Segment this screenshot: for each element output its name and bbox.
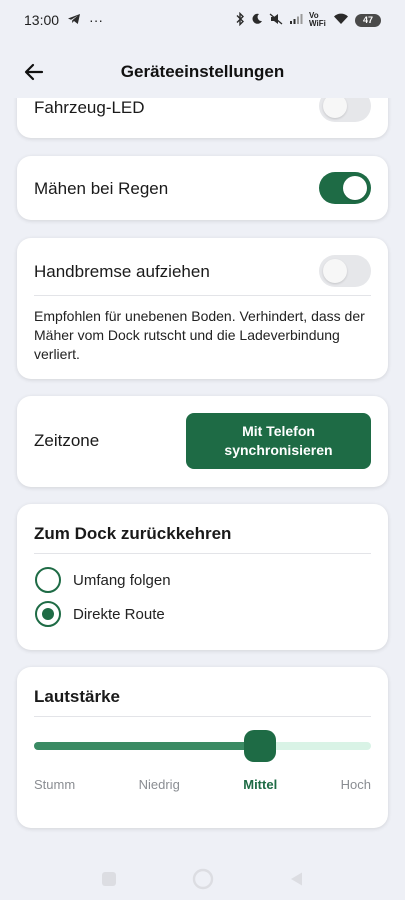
status-time: 13:00 — [24, 12, 60, 28]
volume-level-low[interactable]: Niedrig — [139, 777, 180, 792]
vehicle-led-card: Fahrzeug-LED — [17, 98, 388, 138]
sync-with-phone-button[interactable]: Mit Telefon synchronisieren — [186, 413, 371, 469]
radio-label: Direkte Route — [73, 605, 165, 623]
volume-slider-thumb[interactable] — [243, 730, 276, 762]
return-to-dock-title: Zum Dock zurückkehren — [34, 524, 232, 543]
handbrake-description: Empfohlen für unebenen Boden. Verhindert… — [34, 308, 365, 362]
volume-level-high[interactable]: Hoch — [341, 777, 371, 792]
status-left: 13:00 ··· — [24, 12, 103, 28]
mow-in-rain-toggle[interactable] — [319, 172, 371, 204]
signal-icon — [289, 13, 303, 28]
radio-button[interactable] — [35, 601, 61, 627]
app-bar: Geräteeinstellungen — [0, 48, 405, 96]
vehicle-led-toggle[interactable] — [319, 98, 371, 122]
radio-option-follow-perimeter[interactable]: Umfang folgen — [35, 567, 171, 593]
battery-icon: 47 — [355, 13, 381, 27]
radio-button[interactable] — [35, 567, 61, 593]
volume-card: Lautstärke Stumm Niedrig Mittel Hoch — [17, 667, 388, 828]
recent-apps-icon[interactable] — [97, 867, 121, 891]
handbrake-label: Handbremse aufziehen — [34, 262, 210, 281]
system-nav-bar — [0, 858, 405, 900]
back-triangle-icon[interactable] — [285, 867, 309, 891]
volume-slider-fill — [34, 742, 260, 750]
toggle-knob — [323, 98, 347, 118]
telegram-icon — [67, 12, 81, 28]
handbrake-card: Handbremse aufziehen Empfohlen für unebe… — [17, 238, 388, 379]
toggle-knob — [323, 259, 347, 283]
mow-in-rain-label: Mähen bei Regen — [34, 179, 169, 198]
moon-icon — [251, 13, 263, 28]
radio-label: Umfang folgen — [73, 571, 171, 589]
home-icon[interactable] — [191, 867, 215, 891]
timezone-label: Zeitzone — [34, 431, 100, 450]
divider — [34, 553, 371, 554]
radio-option-direct-route[interactable]: Direkte Route — [35, 601, 165, 627]
status-bar: 13:00 ··· Vo WiFi 47 — [0, 0, 405, 40]
more-dots-icon: ··· — [89, 12, 104, 28]
volte-wifi-icon: Vo WiFi — [309, 11, 326, 28]
divider — [34, 716, 371, 717]
bluetooth-icon — [235, 11, 245, 29]
divider — [34, 295, 371, 296]
volume-title: Lautstärke — [34, 687, 120, 706]
volume-level-medium[interactable]: Mittel — [243, 777, 277, 792]
mow-in-rain-card: Mähen bei Regen — [17, 156, 388, 220]
return-to-dock-card: Zum Dock zurückkehren Umfang folgen Dire… — [17, 504, 388, 650]
timezone-card: Zeitzone Mit Telefon synchronisieren — [17, 396, 388, 487]
volume-level-mute[interactable]: Stumm — [34, 777, 75, 792]
toggle-knob — [343, 176, 367, 200]
page-title: Geräteeinstellungen — [120, 62, 285, 81]
mute-icon — [269, 13, 283, 28]
settings-list[interactable]: Fahrzeug-LED Mähen bei Regen Handbremse … — [0, 98, 405, 858]
volume-level-labels: Stumm Niedrig Mittel Hoch — [34, 777, 371, 792]
vehicle-led-label: Fahrzeug-LED — [34, 98, 145, 117]
wifi-icon — [333, 13, 349, 28]
status-right: Vo WiFi 47 — [235, 11, 381, 29]
volume-slider[interactable] — [34, 730, 371, 762]
handbrake-toggle[interactable] — [319, 255, 371, 287]
